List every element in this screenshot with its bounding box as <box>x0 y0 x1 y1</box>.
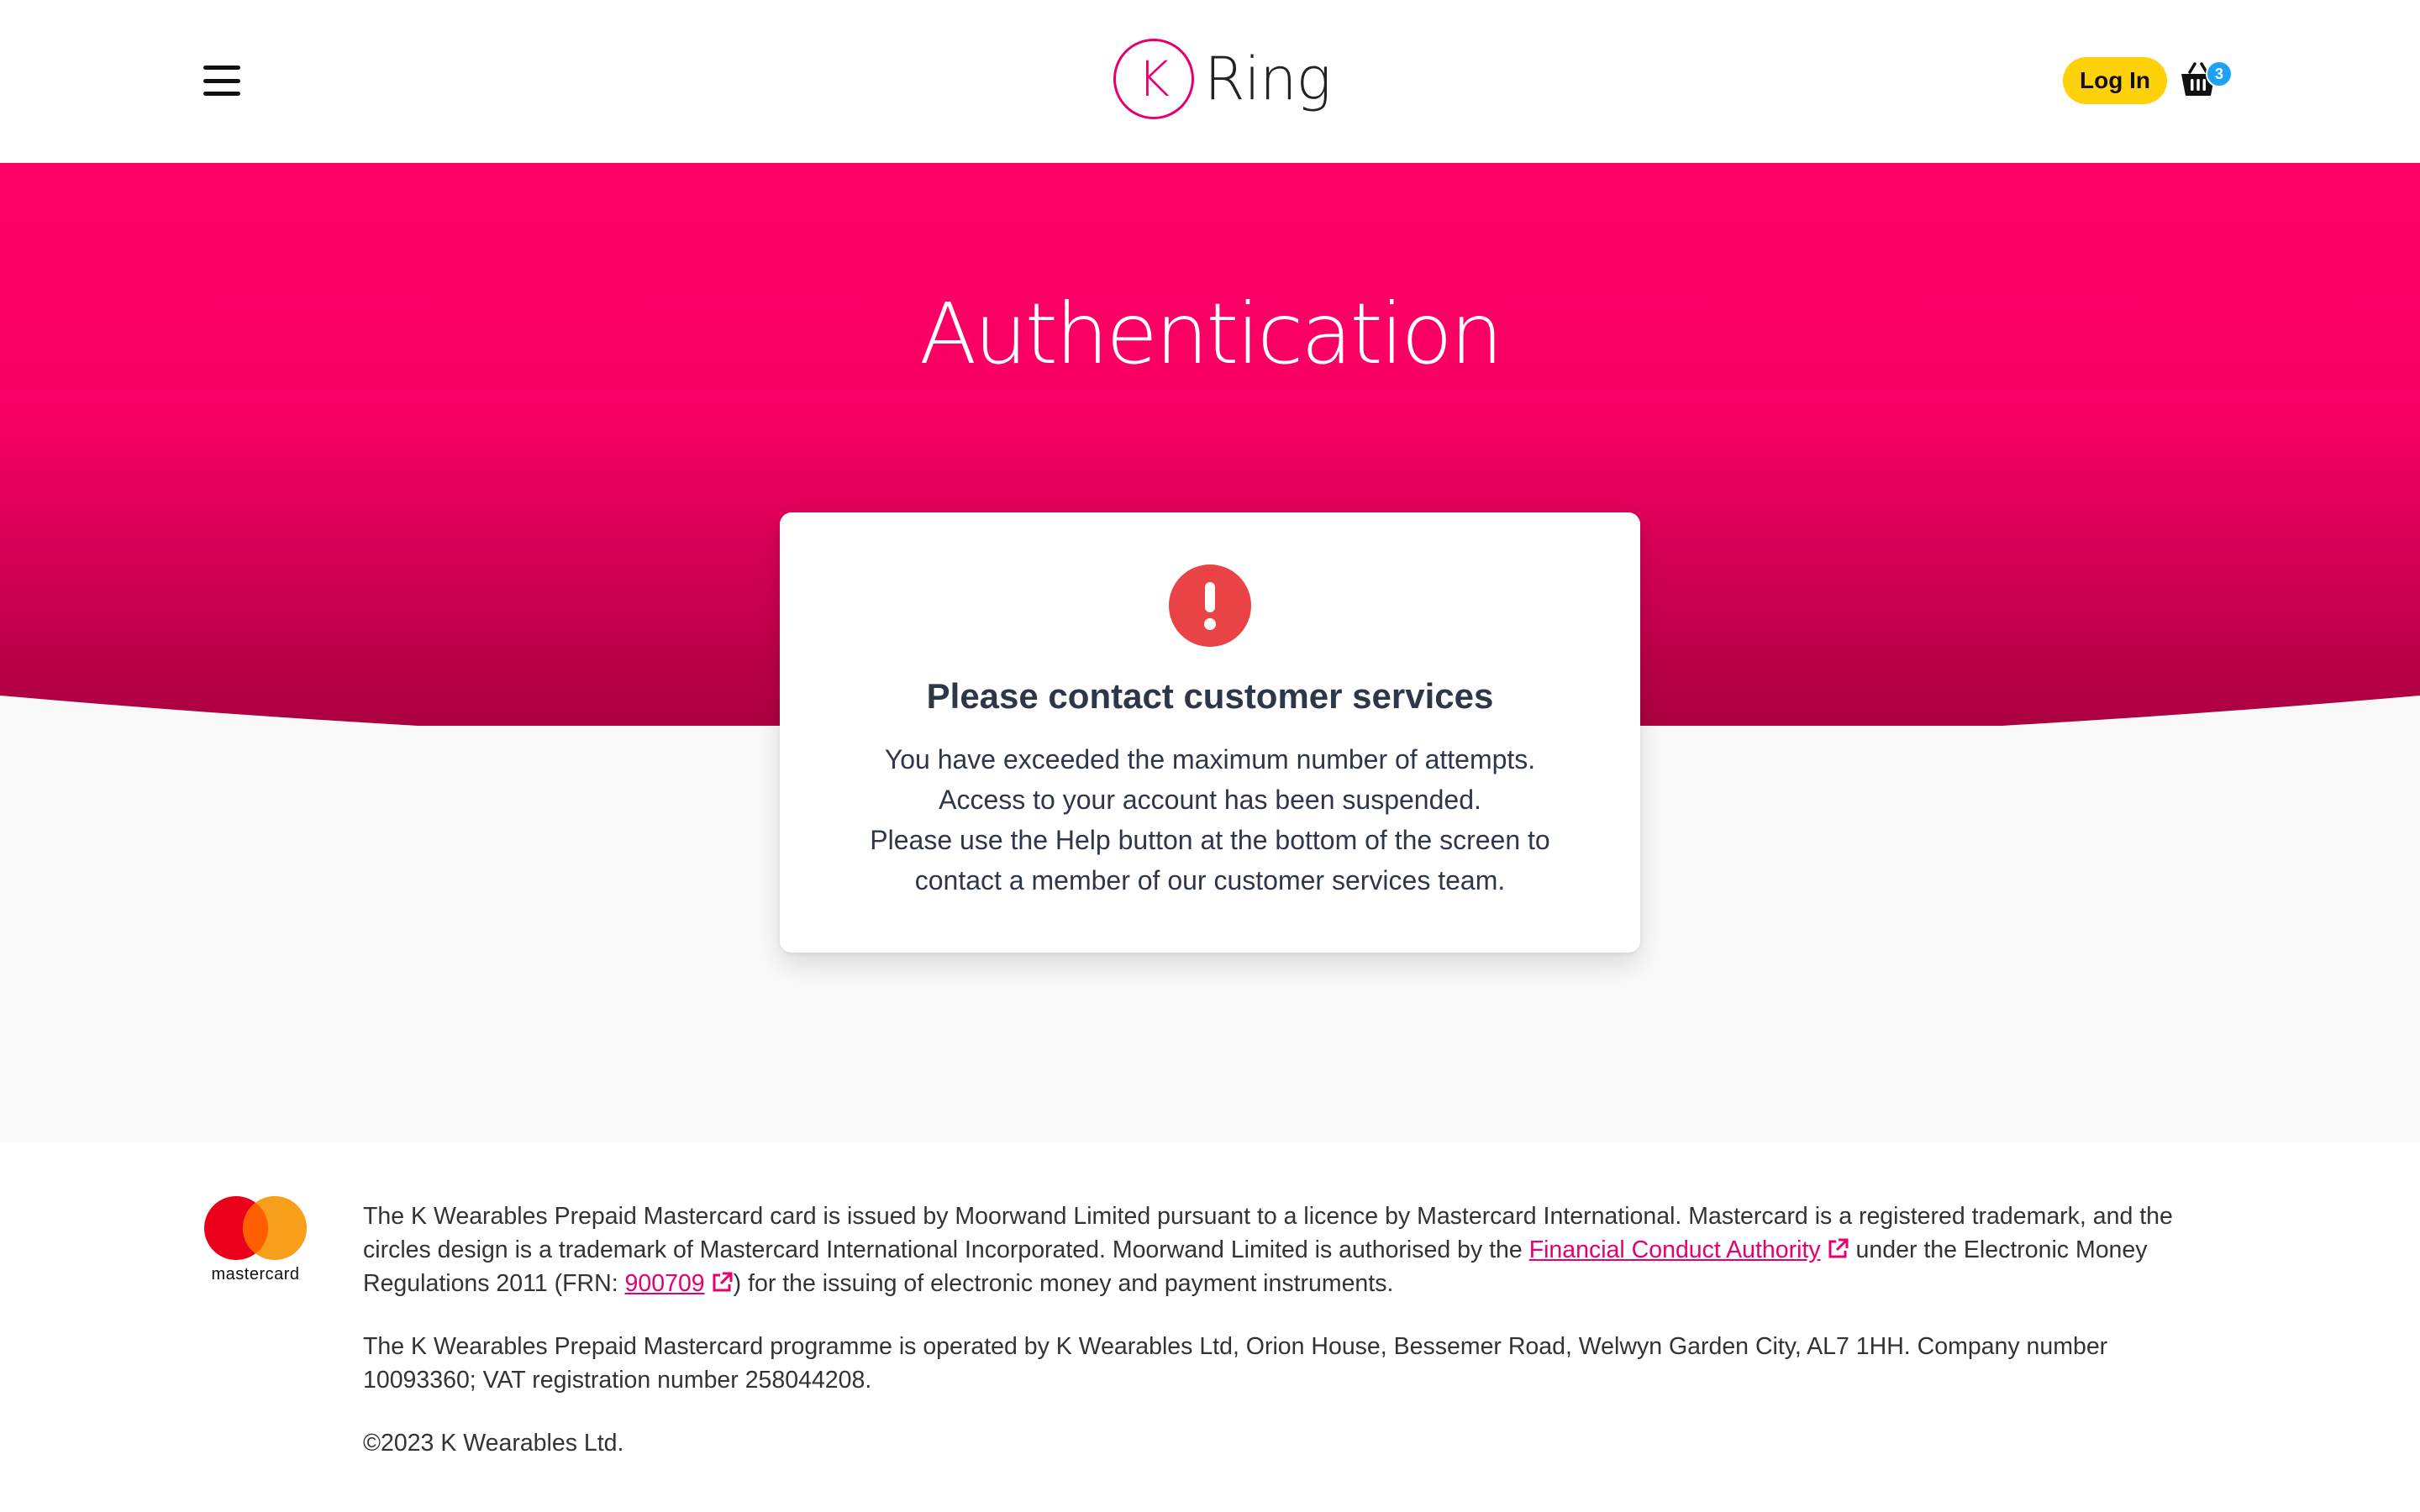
card-title: Please contact customer services <box>926 676 1494 716</box>
logo-k-circle: K <box>1113 39 1194 119</box>
cart-count-badge: 3 <box>2206 60 2233 87</box>
message-line: contact a member of our customer service… <box>914 865 1506 895</box>
page-title: Authentication <box>918 285 1503 383</box>
message-line: Please use the Help button at the bottom… <box>870 825 1550 855</box>
mastercard-logo: mastercard <box>200 1194 311 1287</box>
footer-legal-text: The K Wearables Prepaid Mastercard card … <box>363 1200 2195 1489</box>
legal-paragraph-issuer: The K Wearables Prepaid Mastercard card … <box>363 1200 2195 1300</box>
message-line: Access to your account has been suspende… <box>939 785 1481 815</box>
external-link-icon[interactable] <box>1826 1237 1849 1261</box>
external-link-icon[interactable] <box>710 1271 734 1294</box>
login-button[interactable]: Log In <box>2063 57 2167 104</box>
frn-link[interactable]: 900709 <box>625 1270 705 1297</box>
fca-link[interactable]: Financial Conduct Authority <box>1529 1236 1821 1263</box>
site-header: K Ring Log In 3 <box>0 0 2420 163</box>
k-ring-logo[interactable]: K Ring <box>1113 39 1331 119</box>
error-card: Please contact customer services You hav… <box>780 512 1640 953</box>
logo-wordmark: Ring <box>1204 45 1331 113</box>
exclamation-icon <box>1169 564 1251 647</box>
mastercard-label: mastercard <box>211 1265 300 1284</box>
card-message: You have exceeded the maximum number of … <box>813 739 1607 900</box>
message-line: You have exceeded the maximum number of … <box>884 744 1536 774</box>
site-footer: mastercard The K Wearables Prepaid Maste… <box>0 1142 2420 1512</box>
copyright: ©2023 K Wearables Ltd. <box>363 1430 624 1457</box>
hamburger-menu-icon[interactable] <box>203 66 240 96</box>
legal-paragraph-operator: The K Wearables Prepaid Mastercard progr… <box>363 1333 2108 1394</box>
legal-text: ) for the issuing of electronic money an… <box>733 1270 1394 1297</box>
